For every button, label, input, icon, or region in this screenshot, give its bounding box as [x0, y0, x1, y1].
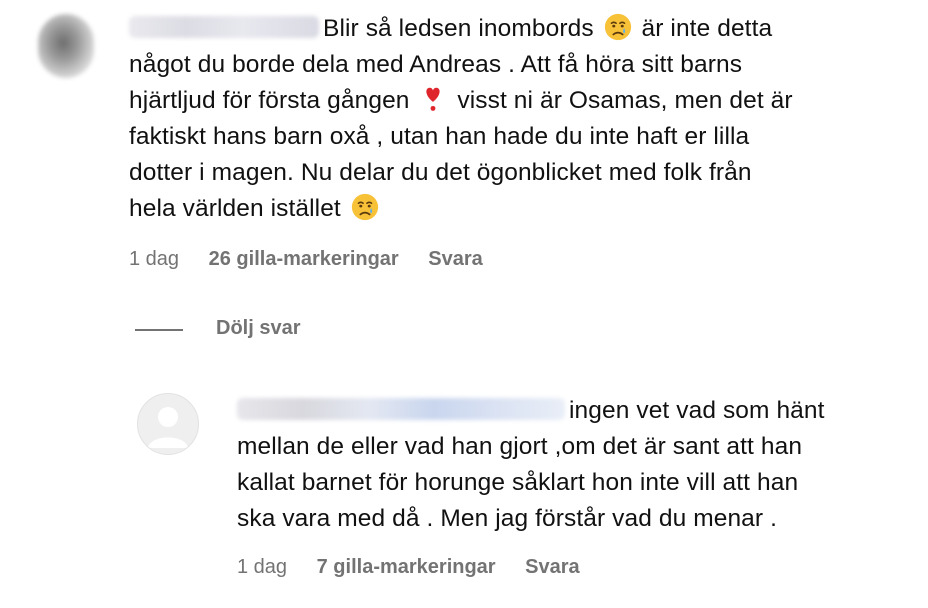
hide-replies-button[interactable]: Dölj svar	[216, 317, 300, 340]
comment-meta: 1 dag 26 gilla-markeringar Svara	[129, 248, 483, 271]
commenter-avatar[interactable]	[38, 14, 94, 78]
comment-text-line: visst ni är Osamas, men det är	[457, 87, 793, 114]
reply-meta: 1 dag 7 gilla-markeringar Svara	[237, 556, 580, 579]
crying-face-icon	[604, 13, 631, 41]
comment-text-line: hjärtljud för första gången	[129, 87, 410, 114]
comment-text-line: hela världen istället	[129, 195, 341, 222]
comment-text-line: Blir så ledsen inombords	[323, 15, 594, 42]
comment-body: Blir så ledsen inombords är inte detta n…	[129, 11, 919, 227]
comment-text-line: är inte detta	[641, 15, 773, 42]
reply-text-line: ingen vet vad som hänt	[569, 397, 825, 424]
reply-body: ingen vet vad som hänt mellan de eller v…	[237, 393, 917, 537]
blurred-username[interactable]	[237, 398, 565, 420]
reply-text-line: kallat barnet för horunge såklart hon in…	[237, 469, 799, 496]
comment-text-line: faktiskt hans barn oxå , utan han hade d…	[129, 123, 750, 150]
reply-text-line: ska vara med då . Men jag förstår vad du…	[237, 505, 777, 532]
default-avatar-icon	[148, 407, 188, 448]
hide-replies-divider	[135, 329, 183, 331]
blurred-username[interactable]	[129, 16, 319, 38]
red-heart-exclamation-icon	[426, 87, 441, 111]
likes-count[interactable]: 26 gilla-markeringar	[209, 248, 399, 271]
comments-section: Blir så ledsen inombords är inte detta n…	[0, 0, 928, 608]
reply-button[interactable]: Svara	[525, 556, 580, 579]
reply-timestamp[interactable]: 1 dag	[237, 556, 287, 579]
reply-button[interactable]: Svara	[428, 248, 483, 271]
reply-avatar[interactable]	[137, 393, 199, 455]
crying-face-icon	[351, 193, 378, 221]
comment-timestamp[interactable]: 1 dag	[129, 248, 179, 271]
comment-text-line: något du borde dela med Andreas . Att få…	[129, 51, 743, 78]
comment-text-line: dotter i magen. Nu delar du det ögonblic…	[129, 159, 752, 186]
reply-text-line: mellan de eller vad han gjort ,om det är…	[237, 433, 803, 460]
reply-likes-count[interactable]: 7 gilla-markeringar	[317, 556, 496, 579]
